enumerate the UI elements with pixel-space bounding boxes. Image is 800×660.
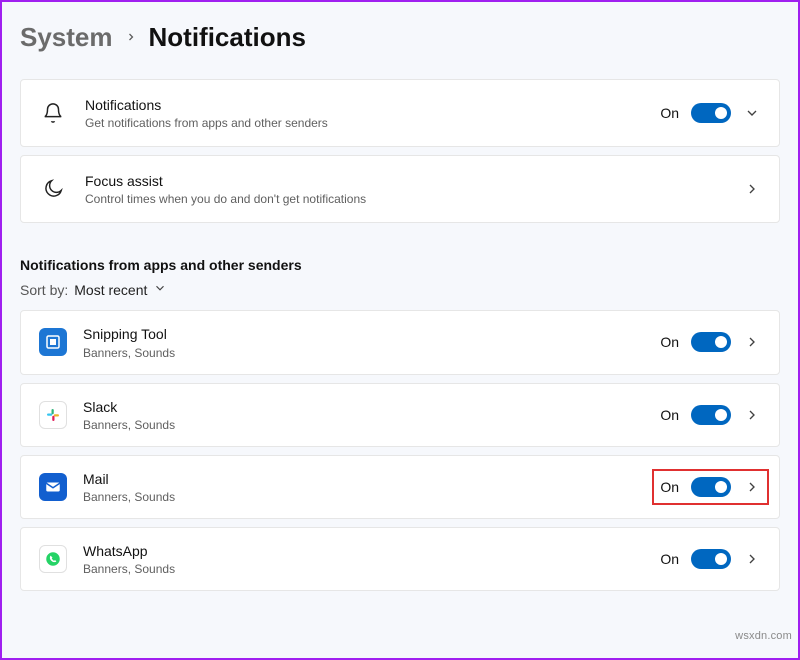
- mail-icon: [39, 473, 67, 501]
- notifications-toggle[interactable]: [691, 103, 731, 123]
- toggle-state-label: On: [660, 334, 679, 350]
- chevron-right-icon[interactable]: [743, 181, 761, 197]
- toggle-state-label: On: [660, 551, 679, 567]
- row-title: Focus assist: [85, 172, 743, 190]
- app-toggle[interactable]: [691, 477, 731, 497]
- breadcrumb: System Notifications: [20, 22, 780, 53]
- app-name: WhatsApp: [83, 542, 660, 560]
- chevron-right-icon[interactable]: [743, 407, 761, 423]
- moon-icon: [39, 175, 67, 203]
- app-toggle[interactable]: [691, 549, 731, 569]
- sort-by-dropdown[interactable]: Sort by: Most recent: [20, 281, 780, 298]
- app-toggle[interactable]: [691, 405, 731, 425]
- row-subtitle: Get notifications from apps and other se…: [85, 116, 660, 130]
- app-name: Snipping Tool: [83, 325, 660, 343]
- chevron-right-icon[interactable]: [743, 479, 761, 495]
- chevron-right-icon: [125, 26, 137, 49]
- row-subtitle: Control times when you do and don't get …: [85, 192, 743, 206]
- toggle-state-label: On: [660, 407, 679, 423]
- app-name: Mail: [83, 470, 652, 488]
- app-detail: Banners, Sounds: [83, 418, 660, 432]
- whatsapp-icon: [39, 545, 67, 573]
- app-row-whatsapp[interactable]: WhatsApp Banners, Sounds On: [20, 527, 780, 591]
- slack-icon: [39, 401, 67, 429]
- app-name: Slack: [83, 398, 660, 416]
- row-focus-assist[interactable]: Focus assist Control times when you do a…: [20, 155, 780, 223]
- app-row-snipping-tool[interactable]: Snipping Tool Banners, Sounds On: [20, 310, 780, 374]
- section-heading: Notifications from apps and other sender…: [20, 257, 780, 273]
- row-title: Notifications: [85, 96, 660, 114]
- chevron-down-icon[interactable]: [743, 105, 761, 121]
- toggle-state-label: On: [660, 105, 679, 121]
- page-title: Notifications: [149, 22, 306, 53]
- watermark: wsxdn.com: [735, 630, 792, 642]
- chevron-right-icon[interactable]: [743, 551, 761, 567]
- breadcrumb-parent[interactable]: System: [20, 22, 113, 53]
- chevron-right-icon[interactable]: [743, 334, 761, 350]
- sort-by-value: Most recent: [74, 282, 147, 298]
- chevron-down-icon: [153, 281, 167, 298]
- highlight-box: On: [652, 469, 769, 505]
- app-row-mail[interactable]: Mail Banners, Sounds On: [20, 455, 780, 519]
- app-detail: Banners, Sounds: [83, 562, 660, 576]
- toggle-state-label: On: [660, 479, 679, 495]
- snipping-tool-icon: [39, 328, 67, 356]
- row-notifications[interactable]: Notifications Get notifications from app…: [20, 79, 780, 147]
- bell-icon: [39, 99, 67, 127]
- sort-by-label: Sort by:: [20, 282, 68, 298]
- app-detail: Banners, Sounds: [83, 346, 660, 360]
- app-detail: Banners, Sounds: [83, 490, 652, 504]
- app-row-slack[interactable]: Slack Banners, Sounds On: [20, 383, 780, 447]
- app-toggle[interactable]: [691, 332, 731, 352]
